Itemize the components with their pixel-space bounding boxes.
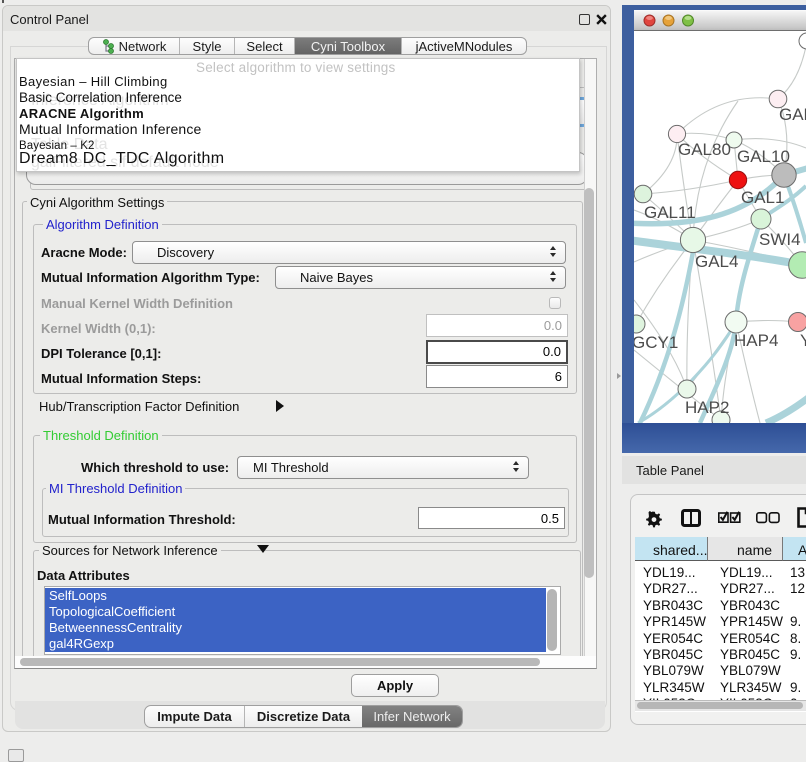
svg-text:HAP2: HAP2 — [685, 398, 729, 417]
svg-text:GAL80: GAL80 — [678, 140, 731, 159]
svg-text:GAL1: GAL1 — [741, 188, 784, 207]
svg-text:GAL10: GAL10 — [737, 147, 790, 166]
svg-text:HAP4: HAP4 — [734, 331, 778, 350]
svg-text:GAL4: GAL4 — [695, 252, 738, 271]
svg-text:GCY1: GCY1 — [634, 333, 678, 352]
svg-text:GAL11: GAL11 — [644, 203, 696, 222]
svg-text:GAL: GAL — [779, 105, 806, 124]
svg-text:SWI4: SWI4 — [759, 230, 801, 249]
svg-text:Y: Y — [800, 331, 806, 350]
